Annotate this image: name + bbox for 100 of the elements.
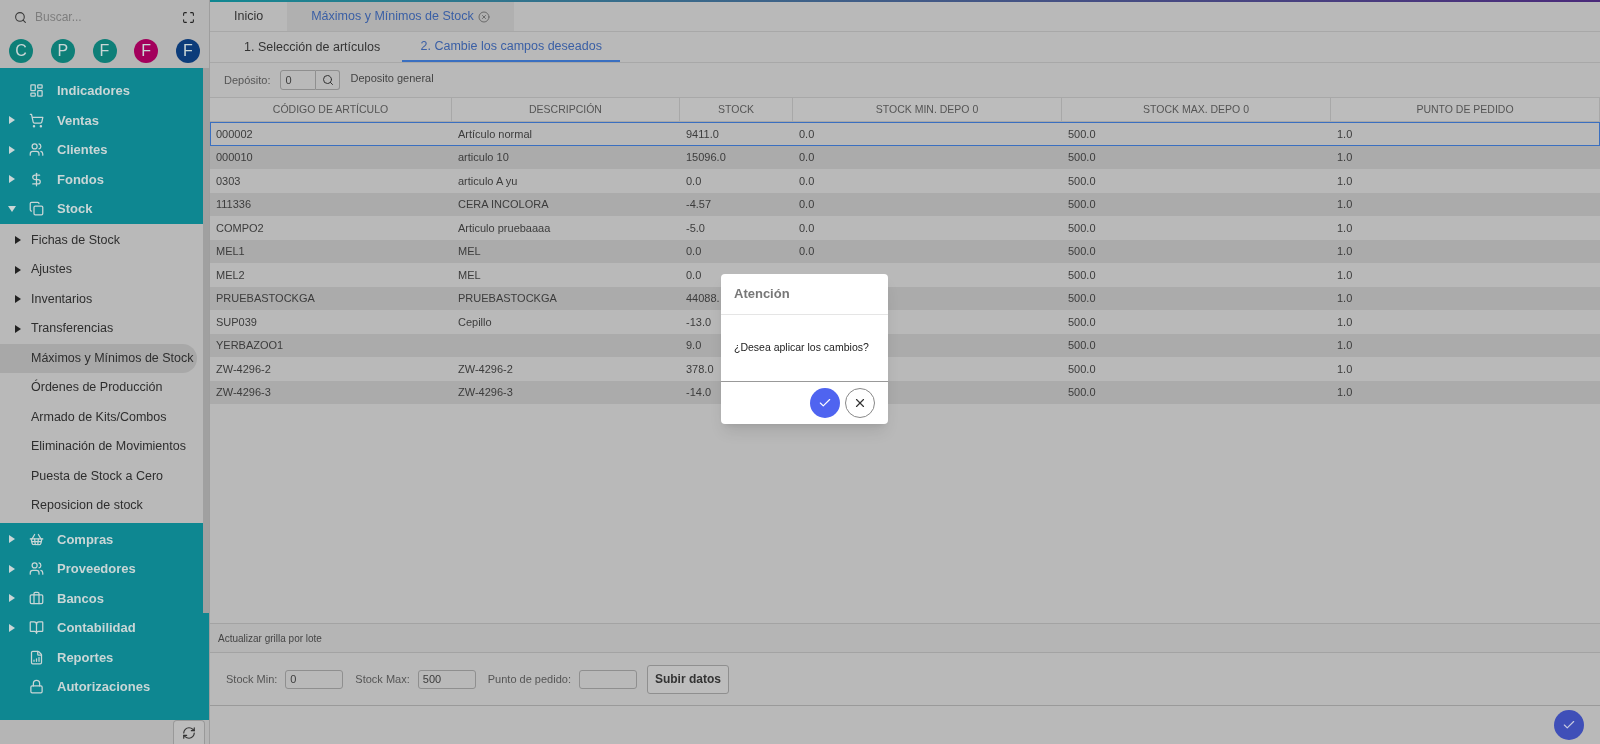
menu-icon (29, 201, 44, 217)
table-cell-text: 1.0 (1337, 173, 1353, 189)
step-tab[interactable]: 2. Cambie los campos deseados (402, 32, 621, 62)
table-cell-text: 500.0 (1068, 361, 1096, 377)
menu-icon (29, 679, 44, 695)
submenu-item[interactable]: Eliminación de Movimientos (0, 432, 197, 462)
input-field[interactable]: 0 (285, 669, 344, 689)
submenu-item[interactable]: Transferencias (0, 314, 197, 344)
table-cell-text: 1.0 (1337, 385, 1353, 400)
table-cell-text: 15096.0 (686, 150, 726, 165)
fullscreen-icon[interactable] (182, 10, 195, 24)
close-icon (853, 396, 867, 410)
confirm-fab[interactable] (1554, 710, 1584, 740)
table-cell-text: MEL2 (216, 267, 245, 283)
search-field[interactable]: Buscar... (35, 8, 174, 26)
table-cell-text: 1.0 (1337, 361, 1353, 377)
menu-icon (29, 171, 44, 187)
table-cell-text: ZW-4296-2 (216, 361, 271, 377)
table-cell-text: 1.0 (1337, 220, 1353, 236)
search-button[interactable] (316, 70, 341, 90)
table-cell-text: CERA INCOLORA (458, 197, 549, 212)
caret-icon (9, 623, 15, 632)
table-cell-text: articulo 10 (458, 150, 509, 165)
menu-icon (29, 590, 44, 606)
table-cell-text: 1.0 (1337, 197, 1353, 212)
table-cell-text: Cepillo (458, 314, 492, 330)
input-field[interactable] (578, 669, 637, 689)
dialog-message: ¿Desea aplicar los cambios? (733, 340, 870, 356)
tab[interactable]: Inicio (210, 2, 288, 31)
table-cell-text: ZW-4296-2 (458, 361, 513, 377)
table-cell-text: 9411.0 (686, 126, 719, 142)
submenu-item[interactable]: Ajustes (0, 255, 197, 285)
table-cell-text: 0.0 (686, 244, 702, 259)
table-cell-text: 0.0 (686, 173, 702, 189)
table-cell-text: 1.0 (1337, 267, 1353, 283)
column-header[interactable]: CÓDIGO DE ARTÍCULO (210, 98, 452, 121)
table-cell-text: 500.0 (1068, 126, 1096, 142)
deposit-field[interactable]: 0 (280, 70, 317, 90)
table-row[interactable]: MEL1 MEL 0.0 0.0 500.0 1.0 (210, 239, 1600, 263)
submenu-item[interactable]: Órdenes de Producción (0, 373, 197, 403)
check-icon (818, 396, 832, 410)
menu-icon (29, 620, 44, 636)
avatar[interactable]: F (92, 39, 117, 63)
column-header[interactable]: PUNTO DE PEDIDO (1331, 98, 1600, 121)
column-header[interactable]: STOCK MAX. DEPO 0 (1062, 98, 1331, 121)
table-cell-text: 0.0 (799, 244, 815, 259)
submenu-item[interactable]: Armado de Kits/Combos (0, 402, 197, 432)
submenu-item[interactable]: Fichas de Stock (0, 225, 197, 255)
search-icon (14, 10, 27, 24)
check-icon (1562, 718, 1576, 732)
sidebar-item[interactable]: Contabilidad (0, 613, 209, 643)
table-row[interactable]: 000010 articulo 10 15096.0 0.0 500.0 1.0 (210, 145, 1600, 169)
submenu-item[interactable]: Inventarios (0, 284, 197, 314)
menu-icon (29, 531, 44, 547)
table-cell-text: 1.0 (1337, 314, 1353, 330)
table-cell-text: PRUEBASTOCKGA (216, 291, 315, 306)
tab[interactable]: Máximos y Mínimos de Stock (287, 2, 514, 31)
table-cell-text: 500.0 (1068, 338, 1096, 353)
table-cell-text: Artículo normal (458, 126, 532, 142)
close-icon[interactable] (477, 10, 490, 23)
caret-icon (9, 116, 15, 125)
table-row[interactable]: 000002 Artículo normal 9411.0 0.0 500.0 1.0 (210, 122, 1600, 146)
caret-icon (15, 324, 21, 333)
dialog-title: Atención (721, 274, 888, 315)
column-header[interactable]: STOCK MIN. DEPO 0 (793, 98, 1062, 121)
table-cell-text: 1.0 (1337, 126, 1353, 142)
cancel-button[interactable] (845, 388, 875, 418)
table-cell-text: 500.0 (1068, 220, 1096, 236)
step-tab[interactable]: 1. Selección de artículos (222, 32, 403, 62)
input-field[interactable]: 500 (417, 669, 476, 689)
menu-icon (29, 83, 44, 99)
table-cell-text: SUP039 (216, 314, 257, 330)
table-cell-text: 0.0 (686, 267, 702, 283)
avatar[interactable]: F (134, 39, 159, 63)
caret-icon (15, 265, 21, 274)
sidebar-item[interactable]: Autorizaciones (0, 672, 209, 702)
menu-icon (29, 649, 44, 665)
column-header[interactable]: STOCK (680, 98, 793, 121)
caret-icon (9, 145, 15, 154)
submenu-item[interactable]: Reposicion de stock (0, 491, 197, 521)
submenu-item[interactable]: Puesta de Stock a Cero (0, 461, 197, 491)
table-cell-text: 0.0 (799, 220, 815, 236)
table-cell-text: 1.0 (1337, 291, 1353, 306)
table-cell-text: 0303 (216, 173, 241, 189)
sidebar-item[interactable]: Reportes (0, 642, 209, 672)
column-header[interactable]: DESCRIPCIÓN (452, 98, 680, 121)
confirm-button[interactable] (810, 388, 840, 418)
refresh-button[interactable] (173, 720, 205, 744)
table-row[interactable]: 111336 CERA INCOLORA -4.57 0.0 500.0 1.0 (210, 192, 1600, 216)
menu-icon (29, 112, 44, 128)
table-cell-text: -13.0 (686, 314, 712, 330)
avatar[interactable]: F (176, 39, 200, 63)
caret-icon (9, 564, 15, 573)
avatar[interactable]: P (50, 39, 75, 63)
avatar[interactable]: C (9, 39, 33, 63)
table-cell-text: 44088. (686, 291, 720, 306)
upload-button[interactable]: Subir datos (646, 664, 729, 694)
batch-title: Actualizar grilla por lote (210, 623, 1600, 653)
submenu-item[interactable]: Máximos y Mínimos de Stock (0, 343, 197, 373)
table-cell-text: ZW-4296-3 (458, 385, 513, 400)
